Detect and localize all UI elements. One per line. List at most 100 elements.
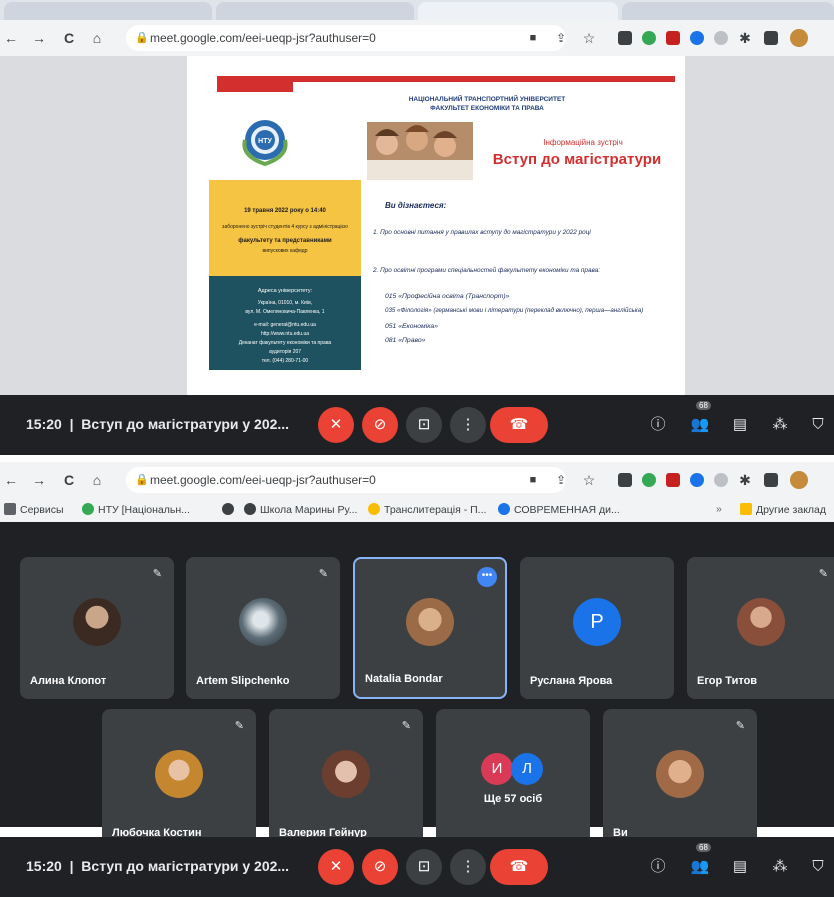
bookmark-label: Транслитерація - П... (384, 504, 487, 516)
camera-indicator-icon[interactable]: ■ (524, 29, 542, 47)
bookmark-item[interactable]: Транслитерація - П... (368, 503, 486, 516)
chat-button[interactable]: ▤ (730, 415, 750, 435)
side-panel-icon[interactable] (764, 31, 778, 45)
activities-button[interactable]: ⁂ (770, 857, 790, 877)
more-options-button[interactable]: ⋮ (450, 849, 486, 885)
bookmark-item[interactable]: Сервисы (4, 503, 64, 516)
meeting-details-button[interactable]: ⓘ (648, 857, 668, 877)
bookmarks-bar: Сервисы НТУ [Національн... Школа Марины … (0, 498, 834, 523)
slide-red-accent (217, 82, 293, 92)
host-controls-button[interactable]: ⛉ (808, 415, 828, 435)
meeting-time: 15:20 (26, 416, 62, 432)
home-icon[interactable]: ⌂ (88, 471, 106, 489)
extensions-puzzle-icon[interactable]: ✱ (736, 29, 754, 47)
participant-tile-others[interactable]: И Л Ще 57 осіб (436, 709, 590, 851)
people-button[interactable]: 👥 (690, 415, 710, 435)
participant-tile[interactable]: P Руслана Ярова (520, 557, 674, 699)
participant-tile-self[interactable]: ✎ Ви (603, 709, 757, 851)
meeting-info: 15:20 | Вступ до магістратури у 202... (26, 858, 290, 874)
participant-avatar (656, 750, 704, 798)
bookmark-item[interactable] (222, 503, 238, 516)
mic-off-button[interactable]: ✕ (318, 407, 354, 443)
forward-arrow-icon[interactable]: → (30, 29, 48, 47)
bookmark-star-icon[interactable]: ☆ (580, 471, 598, 489)
participant-tile-speaking[interactable]: ••• Natalia Bondar (353, 557, 507, 699)
mic-muted-icon: ✎ (401, 720, 411, 732)
camera-indicator-icon[interactable]: ■ (524, 471, 542, 489)
participant-tile[interactable]: ✎ Алина Клопот (20, 557, 174, 699)
more-options-button[interactable]: ⋮ (450, 407, 486, 443)
slide-title: Вступ до магістратури (493, 151, 661, 168)
side-panel-icon[interactable] (764, 473, 778, 487)
slide-top-red-bar (217, 76, 675, 82)
reload-icon[interactable]: C (60, 29, 78, 47)
people-button[interactable]: 👥 (690, 857, 710, 877)
host-controls-button[interactable]: ⛉ (808, 857, 828, 877)
extensions-puzzle-icon[interactable]: ✱ (736, 471, 754, 489)
bookmark-folder[interactable]: Другие заклад (740, 503, 826, 516)
participant-tile[interactable]: ✎ Любочка Костин (102, 709, 256, 851)
profile-avatar[interactable] (790, 29, 808, 47)
leave-call-button[interactable]: ☎ (490, 849, 548, 885)
forward-arrow-icon[interactable]: → (30, 471, 48, 489)
extension-icon[interactable] (642, 473, 656, 487)
chat-icon: ▤ (732, 858, 748, 875)
address-bar[interactable]: 🔒 meet.google.com/eei-ueqp-jsr?authuser=… (126, 25, 566, 51)
bookmark-item[interactable]: СОВРЕМЕННАЯ ди... (498, 503, 620, 516)
participant-tile[interactable]: ✎ Егор Титов (687, 557, 834, 699)
mic-off-icon: ✕ (329, 416, 343, 433)
extension-icon[interactable] (690, 473, 704, 487)
extension-icon[interactable] (666, 473, 680, 487)
profile-avatar[interactable] (790, 471, 808, 489)
chat-button[interactable]: ▤ (730, 857, 750, 877)
people-icon: 👥 (690, 858, 710, 875)
browser-tab-active[interactable] (418, 2, 618, 20)
other-participant-avatar: И (481, 753, 513, 785)
reload-icon[interactable]: C (60, 471, 78, 489)
extension-icon[interactable] (714, 473, 728, 487)
meeting-details-button[interactable]: ⓘ (648, 415, 668, 435)
bookmark-item[interactable]: Школа Марины Ру... (244, 503, 357, 516)
back-arrow-icon[interactable]: ← (2, 29, 20, 47)
more-options-icon[interactable]: ••• (477, 567, 497, 587)
browser-tab[interactable] (4, 2, 212, 20)
activities-button[interactable]: ⁂ (770, 415, 790, 435)
bookmark-item[interactable]: НТУ [Національн... (82, 503, 190, 516)
extension-icon[interactable] (618, 31, 632, 45)
share-icon[interactable]: ⇪ (552, 471, 570, 489)
participant-name: Алина Клопот (30, 675, 107, 687)
extension-icon[interactable] (666, 31, 680, 45)
extension-icon[interactable] (618, 473, 632, 487)
participant-name: Natalia Bondar (365, 673, 443, 685)
home-icon[interactable]: ⌂ (88, 29, 106, 47)
camera-off-button[interactable]: ⊘ (362, 849, 398, 885)
bookmark-star-icon[interactable]: ☆ (580, 29, 598, 47)
globe-icon (244, 503, 256, 515)
translit-icon (368, 503, 380, 515)
camera-off-button[interactable]: ⊘ (362, 407, 398, 443)
bookmarks-overflow-icon[interactable]: » (716, 503, 722, 515)
present-button[interactable]: ⊡ (406, 849, 442, 885)
present-button[interactable]: ⊡ (406, 407, 442, 443)
participant-avatar (322, 750, 370, 798)
bookmark-label: Сервисы (20, 504, 64, 516)
participant-avatar (239, 598, 287, 646)
leave-call-button[interactable]: ☎ (490, 407, 548, 443)
extension-icon[interactable] (714, 31, 728, 45)
mic-off-button[interactable]: ✕ (318, 849, 354, 885)
bookmark-label: Другие заклад (756, 504, 826, 516)
participant-name: Artem Slipchenko (196, 675, 290, 687)
extension-icon[interactable] (642, 31, 656, 45)
browser-tab[interactable] (622, 2, 834, 20)
back-arrow-icon[interactable]: ← (2, 471, 20, 489)
share-icon[interactable]: ⇪ (552, 29, 570, 47)
participants-count-badge: 68 (696, 843, 711, 852)
address-bar[interactable]: 🔒 meet.google.com/eei-ueqp-jsr?authuser=… (126, 467, 566, 493)
participant-tile[interactable]: ✎ Artem Slipchenko (186, 557, 340, 699)
apps-grid-icon (4, 503, 16, 515)
extension-icon[interactable] (690, 31, 704, 45)
participant-name: Егор Титов (697, 675, 758, 687)
browser-tab[interactable] (216, 2, 414, 20)
meeting-time: 15:20 (26, 858, 62, 874)
participant-tile[interactable]: ✎ Валерия Гейнур (269, 709, 423, 851)
